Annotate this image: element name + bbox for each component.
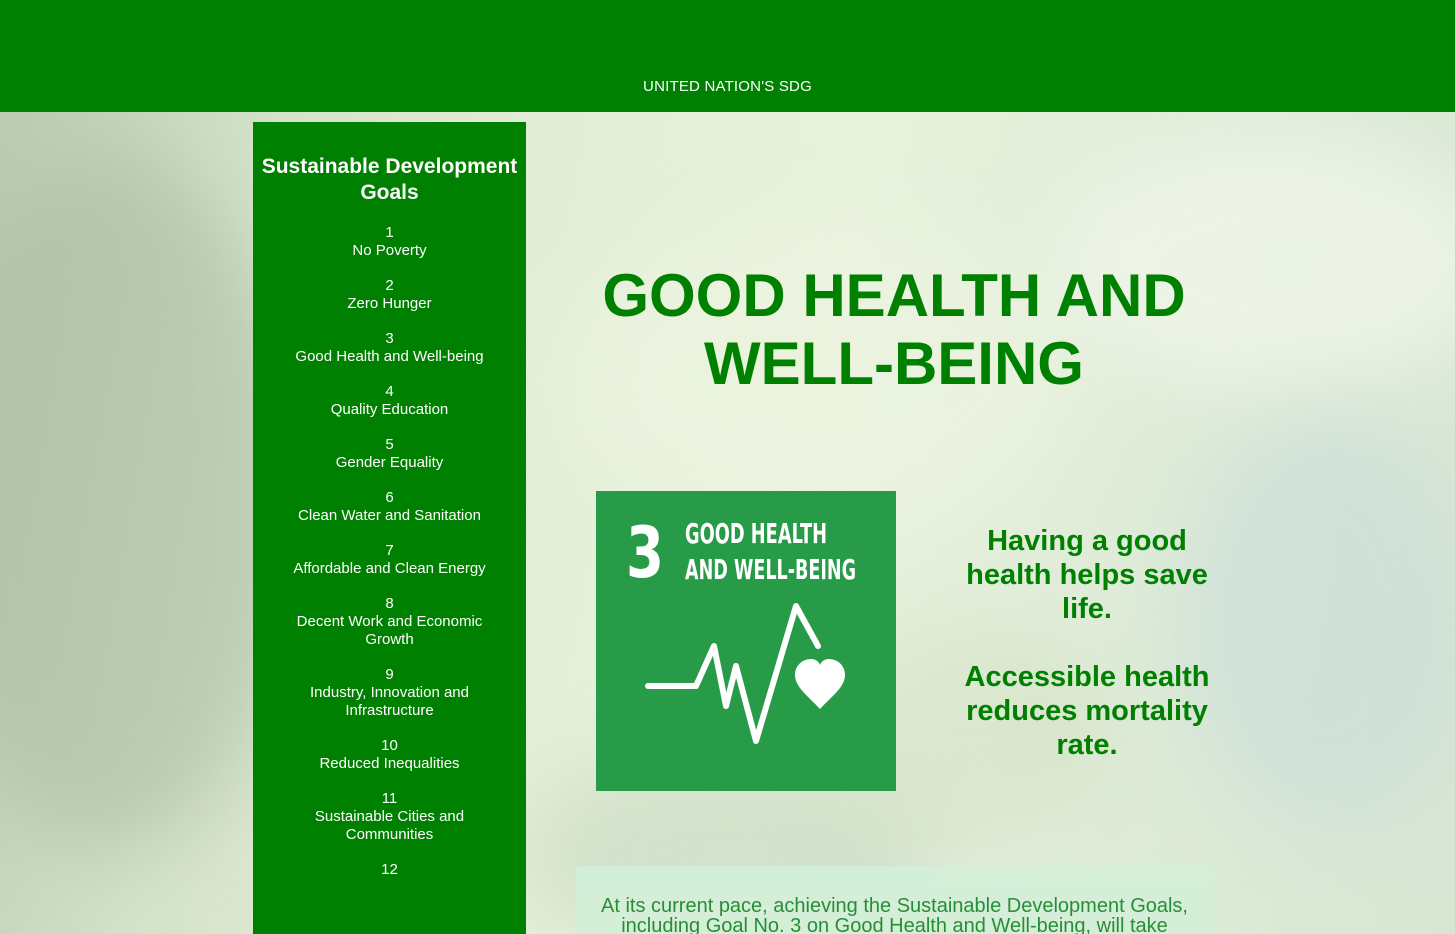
tagline-life: Having a good health helps save life. xyxy=(966,525,1208,625)
sidebar-item-goal-1[interactable]: 1 No Poverty xyxy=(253,224,526,260)
sdg-3-tile: 3 GOOD HEALTH AND WELL-BEING xyxy=(596,491,896,791)
goal-label: Gender Equality xyxy=(335,454,444,471)
goal-number: 1 xyxy=(385,224,394,241)
goal-label: Affordable and Clean Energy xyxy=(293,560,486,577)
goal-label: Sustainable Cities and Communities xyxy=(314,808,465,843)
sdg-sidebar: Sustainable Development Goals 1 No Pover… xyxy=(253,122,526,934)
goal-number: 8 xyxy=(385,595,394,612)
sidebar-item-goal-2[interactable]: 2 Zero Hunger xyxy=(253,277,526,313)
goal-number: 9 xyxy=(385,666,394,683)
sidebar-item-goal-6[interactable]: 6 Clean Water and Sanitation xyxy=(253,489,526,525)
sidebar-item-goal-12[interactable]: 12 xyxy=(253,861,526,879)
goal-label: Decent Work and Economic Growth xyxy=(296,613,483,648)
health-tagline: Having a good health helps save life. Ac… xyxy=(960,524,1214,762)
sidebar-item-goal-9[interactable]: 9 Industry, Innovation and Infrastructur… xyxy=(253,666,526,720)
sdg-tile-line2: AND WELL-BEING xyxy=(685,553,856,586)
sidebar-item-goal-5[interactable]: 5 Gender Equality xyxy=(253,436,526,472)
goal-label: No Poverty xyxy=(352,242,427,259)
goal-number: 7 xyxy=(385,542,394,559)
sidebar-item-goal-10[interactable]: 10 Reduced Inequalities xyxy=(253,737,526,773)
goal-number: 3 xyxy=(385,330,394,347)
goal-number: 5 xyxy=(385,436,394,453)
goal-label: Clean Water and Sanitation xyxy=(298,507,481,524)
goal-number: 12 xyxy=(381,861,398,878)
goal-number: 10 xyxy=(381,737,398,754)
sidebar-item-goal-7[interactable]: 7 Affordable and Clean Energy xyxy=(253,542,526,578)
goal-number: 11 xyxy=(381,790,398,807)
goal-label: Quality Education xyxy=(330,401,449,418)
goal-list: 1 No Poverty 2 Zero Hunger 3 Good Health… xyxy=(253,224,526,879)
info-text: At its current pace, achieving the Susta… xyxy=(601,895,1188,934)
sdg-tile-line1: GOOD HEALTH xyxy=(685,517,827,550)
top-header: UNITED NATION'S SDG xyxy=(0,0,1455,112)
sidebar-item-goal-3[interactable]: 3 Good Health and Well-being xyxy=(253,330,526,366)
goal-number: 2 xyxy=(385,277,394,294)
sidebar-item-goal-4[interactable]: 4 Quality Education xyxy=(253,383,526,419)
info-box: At its current pace, achieving the Susta… xyxy=(576,866,1213,934)
goal-label: Zero Hunger xyxy=(347,295,432,312)
goal-label: Good Health and Well-being xyxy=(295,348,484,365)
tagline-mortality: Accessible health reduces mortality rate… xyxy=(964,661,1210,761)
sidebar-heading: Sustainable Development Goals xyxy=(261,155,518,204)
goal-number: 4 xyxy=(385,383,394,400)
site-title: UNITED NATION'S SDG xyxy=(643,78,812,95)
goal-label: Reduced Inequalities xyxy=(319,755,460,772)
goal-label: Industry, Innovation and Infrastructure xyxy=(310,684,469,719)
sdg-tile-number: 3 xyxy=(626,512,664,593)
heartbeat-heart-icon xyxy=(645,603,845,744)
sidebar-item-goal-11[interactable]: 11 Sustainable Cities and Communities xyxy=(253,790,526,844)
page-title: GOOD HEALTH AND WELL-BEING xyxy=(602,262,1186,397)
sidebar-item-goal-8[interactable]: 8 Decent Work and Economic Growth xyxy=(253,595,526,649)
goal-number: 6 xyxy=(385,489,394,506)
